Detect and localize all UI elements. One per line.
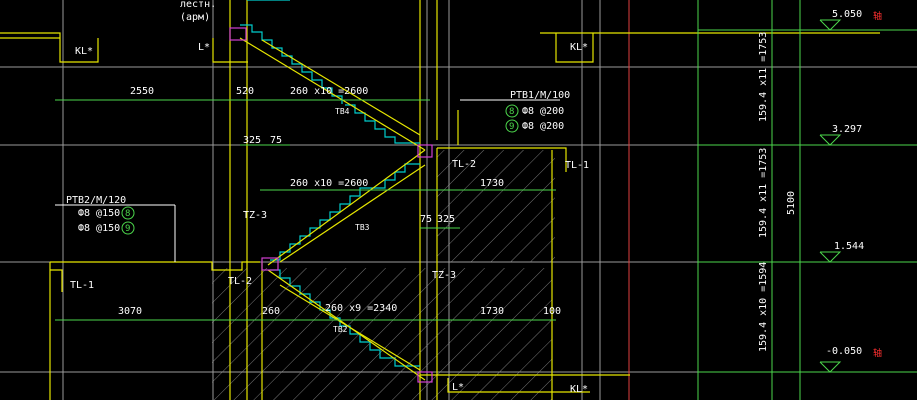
label-l-bottom: L* xyxy=(452,382,464,393)
rebar-9-left-text: Ф8 @150 xyxy=(78,223,120,234)
riser-lower: 159.4 x10 =1594 xyxy=(758,262,769,352)
riser-mid: 159.4 x11 =1753 xyxy=(758,148,769,238)
total-height: 5100 xyxy=(786,191,797,215)
label-kl-right: KL* xyxy=(570,42,588,53)
label-l-left: L* xyxy=(198,42,210,53)
label-kl-left: KL* xyxy=(75,46,93,57)
ptb1-label: PTB1/M/100 xyxy=(510,90,570,101)
stair-flight-middle-2 xyxy=(375,163,420,189)
dim-2550: 2550 xyxy=(130,86,154,97)
rebar-8-left: 8 xyxy=(125,209,130,219)
dim-1730-low: 1730 xyxy=(480,306,504,317)
rebar-8-left-text: Ф8 @150 xyxy=(78,208,120,219)
tl2-lower: TL-2 xyxy=(228,276,252,287)
tb4-label: TB4 xyxy=(335,107,350,116)
dim-325-mid: 325 xyxy=(437,214,455,225)
elevation-3: 1.544 xyxy=(834,241,864,252)
tl1-left: TL-1 xyxy=(70,280,94,291)
tread-upper: 260 x10 =2600 xyxy=(290,86,368,97)
elevation-2: 3.297 xyxy=(832,124,862,135)
rebar-9-top: 9 xyxy=(509,122,514,132)
dim-325-top: 325 xyxy=(243,135,261,146)
elevation-top: 5.050 xyxy=(832,9,862,20)
tb2-label: TB2 xyxy=(333,325,348,334)
axis-mark-bottom: 轴 xyxy=(873,347,882,359)
rebar-9-left: 9 xyxy=(125,224,130,234)
top-note-2: (арм) xyxy=(180,12,210,23)
ptb2-label: PTB2/M/120 xyxy=(66,195,126,206)
top-note-1: лестн. xyxy=(180,0,216,10)
dim-100: 100 xyxy=(543,306,561,317)
stair-section-drawing[interactable]: лестн. (арм) KL* L* KL* 2550 520 260 x10… xyxy=(0,0,917,400)
rebar-8-top-text: Ф8 @200 xyxy=(522,106,564,117)
label-kl-bottom: KL* xyxy=(570,384,588,395)
dim-520: 520 xyxy=(236,86,254,97)
tl2-upper: TL-2 xyxy=(452,159,476,170)
tb3-label: TB3 xyxy=(355,223,370,232)
dim-260: 260 xyxy=(262,306,280,317)
rebar-8-top: 8 xyxy=(509,107,514,117)
elevation-bottom: -0.050 xyxy=(826,346,862,357)
dim-75-top: 75 xyxy=(270,135,282,146)
tz3-right: TZ-3 xyxy=(432,270,456,281)
dim-3070: 3070 xyxy=(118,306,142,317)
tread-mid: 260 x10 =2600 xyxy=(290,178,368,189)
rebar-9-top-text: Ф8 @200 xyxy=(522,121,564,132)
tread-lower: 260 x9 =2340 xyxy=(325,303,397,314)
tz3-left: TZ-3 xyxy=(243,210,267,221)
cad-drawing-viewport[interactable]: лестн. (арм) KL* L* KL* 2550 520 260 x10… xyxy=(0,0,917,400)
riser-upper: 159.4 x11 =1753 xyxy=(758,32,769,122)
hatch-lower-middle xyxy=(212,268,552,400)
tl1-upper: TL-1 xyxy=(565,160,589,171)
dim-1730-mid: 1730 xyxy=(480,178,504,189)
axis-mark-top: 轴 xyxy=(873,10,882,22)
dim-75-mid: 75 xyxy=(420,214,432,225)
